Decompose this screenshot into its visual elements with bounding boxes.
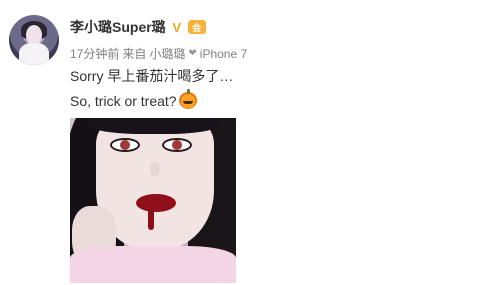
photo-left-eye — [110, 138, 140, 152]
verified-badge-icon[interactable]: V — [170, 20, 184, 35]
post-text-line-2: So, trick or treat? — [70, 89, 197, 109]
avatar-face — [26, 25, 42, 45]
photo-clothing — [70, 246, 236, 283]
post-time[interactable]: 17分钟前 — [70, 45, 119, 62]
avatar[interactable] — [9, 15, 59, 65]
heart-icon: ❤ — [188, 48, 197, 59]
avatar-body — [19, 43, 49, 65]
pumpkin-icon — [178, 89, 197, 109]
post-meta: 17分钟前 来自 小璐璐 ❤ iPhone 7 — [70, 45, 247, 62]
username[interactable]: 李小璐Super璐 — [70, 17, 166, 37]
name-row: 李小璐Super璐 V 会 — [70, 17, 206, 37]
photo-bangs — [88, 118, 220, 134]
post-text-line-1: Sorry 早上番茄汁喝多了… — [70, 68, 234, 84]
photo-right-eye — [162, 138, 192, 152]
post-text-line-2-text: So, trick or treat? — [70, 92, 177, 109]
post-photo[interactable] — [70, 118, 236, 283]
post-device[interactable]: iPhone 7 — [200, 47, 247, 61]
photo-lips — [136, 194, 176, 212]
from-label: 来自 — [122, 47, 147, 61]
photo-nose — [150, 162, 160, 176]
post-source[interactable]: 小璐璐 — [149, 45, 185, 62]
vip-badge-icon[interactable]: 会 — [187, 20, 206, 34]
photo-blood — [148, 208, 154, 230]
